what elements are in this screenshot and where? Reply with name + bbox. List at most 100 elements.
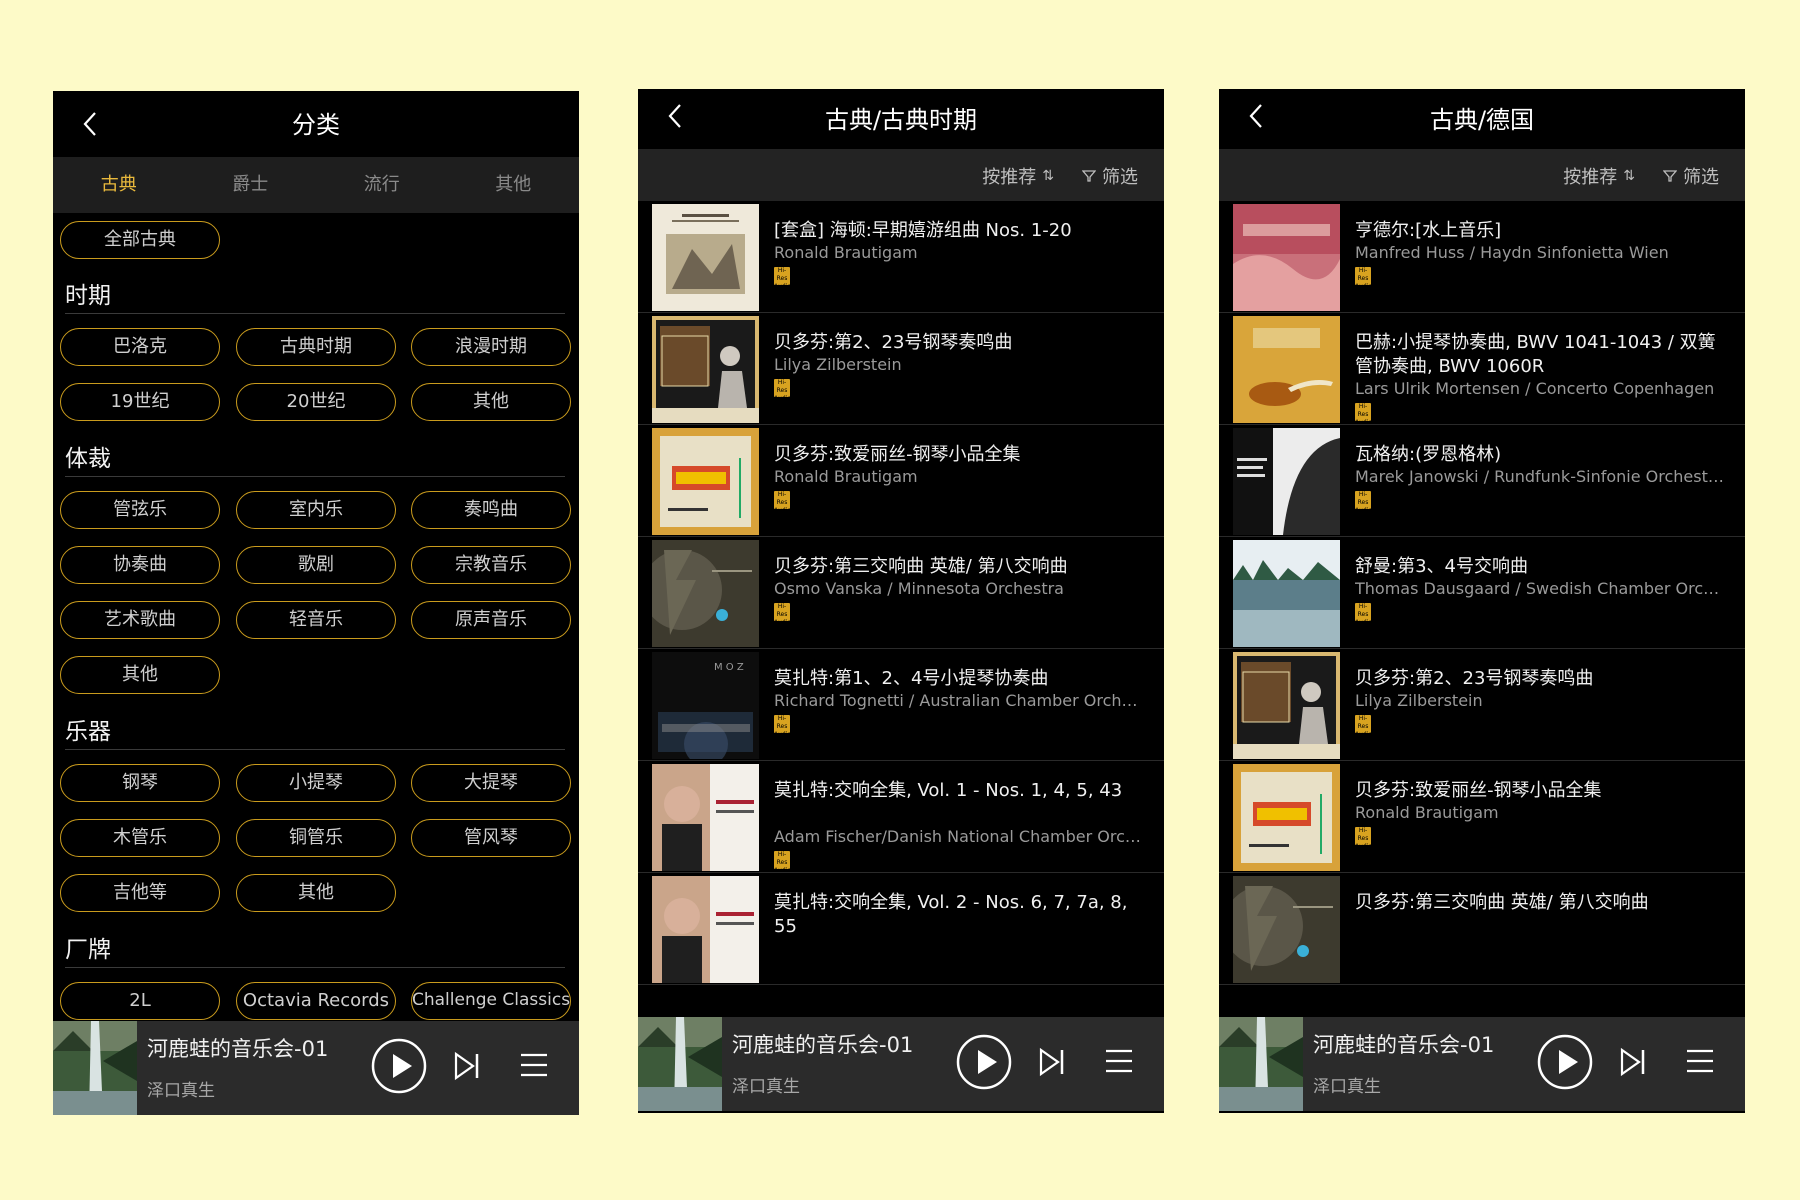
next-track-button[interactable] <box>453 1051 481 1081</box>
filter-button[interactable]: 筛选 <box>1082 163 1138 189</box>
funnel-icon <box>1663 170 1677 182</box>
category-pill[interactable]: 铜管乐 <box>236 819 396 857</box>
now-playing-artwork <box>638 1017 722 1111</box>
category-pill[interactable]: 歌剧 <box>236 546 396 584</box>
tab-pop[interactable]: 流行 <box>316 157 448 213</box>
album-title: 巴赫:小提琴协奏曲, BWV 1041-1043 / 双簧管协奏曲, BWV 1… <box>1355 332 1716 377</box>
back-button[interactable] <box>660 99 690 133</box>
filter-button[interactable]: 筛选 <box>1663 163 1719 189</box>
track-artist: 泽口真生 <box>147 1081 215 1101</box>
label-pill[interactable]: 2L <box>60 982 220 1020</box>
album-row[interactable]: 贝多芬:第三交响曲 英雄/ 第八交响曲 <box>1219 873 1745 985</box>
next-track-button[interactable] <box>1038 1047 1066 1077</box>
hi-res-badge-text: Hi-Res <box>1357 491 1369 506</box>
category-pill[interactable]: 钢琴 <box>60 764 220 802</box>
album-row[interactable]: 贝多芬:第2、23号钢琴奏鸣曲 Lilya Zilberstein Hi-ResAu… <box>638 313 1164 425</box>
album-cover <box>1233 316 1340 423</box>
hi-res-audio-badge: Hi-ResAudio <box>774 851 790 869</box>
album-row[interactable]: 巴赫:小提琴协奏曲, BWV 1041-1043 / 双簧管协奏曲, BWV 1… <box>1219 313 1745 425</box>
album-row[interactable]: 贝多芬:第三交响曲 英雄/ 第八交响曲 Osmo Vanska / Minneso… <box>638 537 1164 649</box>
album-cover <box>1233 428 1340 535</box>
hi-res-badge-text: Hi-Res <box>1357 715 1369 730</box>
category-pill[interactable]: 奏鸣曲 <box>411 491 571 529</box>
label-pill[interactable]: Challenge Classics <box>411 982 571 1020</box>
album-row[interactable]: 贝多芬:致爱丽丝-钢琴小品全集 Ronald Brautigam Hi-ResAud… <box>1219 761 1745 873</box>
category-pill[interactable]: 室内乐 <box>236 491 396 529</box>
category-pill[interactable]: 其他 <box>236 874 396 912</box>
hi-res-audio-badge: Hi-ResAudio <box>774 491 790 509</box>
album-artist: Lilya Zilberstein <box>1355 691 1483 710</box>
category-pill[interactable]: 20世纪 <box>236 383 396 421</box>
playlist-menu-button[interactable] <box>1685 1047 1715 1075</box>
next-track-button[interactable] <box>1619 1047 1647 1077</box>
album-row[interactable]: 亨德尔:[水上音乐] Manfred Huss / Haydn Sinfoniet… <box>1219 201 1745 313</box>
audio-badge-text: Audio <box>1355 283 1371 285</box>
album-row[interactable]: 瓦格纳:(罗恩格林) Marek Janowski / Rundfunk-Sinf… <box>1219 425 1745 537</box>
category-pill[interactable]: 协奏曲 <box>60 546 220 584</box>
album-title: 莫扎特:交响全集, Vol. 2 - Nos. 6, 7, 7a, 8, 55 <box>774 892 1128 937</box>
track-title: 河鹿蛙的音乐会-01 <box>147 1037 329 1061</box>
category-pill[interactable]: 其他 <box>60 656 220 694</box>
category-pill[interactable]: 艺术歌曲 <box>60 601 220 639</box>
hi-res-badge-text: Hi-Res <box>776 603 788 618</box>
category-pill[interactable]: 宗教音乐 <box>411 546 571 584</box>
category-pill[interactable]: 管风琴 <box>411 819 571 857</box>
track-artist: 泽口真生 <box>732 1077 800 1097</box>
category-pill[interactable]: 其他 <box>411 383 571 421</box>
all-classical-button[interactable]: 全部古典 <box>60 221 220 259</box>
category-pill[interactable]: 古典时期 <box>236 328 396 366</box>
hi-res-audio-badge: Hi-ResAudio <box>1355 827 1371 845</box>
album-cover <box>652 764 759 871</box>
album-row[interactable]: M O Z 莫扎特:第1、2、4号小提琴协奏曲 Richard Tognetti /… <box>638 649 1164 761</box>
playlist-menu-button[interactable] <box>1104 1047 1134 1075</box>
category-pill[interactable]: 木管乐 <box>60 819 220 857</box>
hi-res-badge-text: Hi-Res <box>776 379 788 394</box>
category-pill[interactable]: 19世纪 <box>60 383 220 421</box>
album-row[interactable]: 莫扎特:交响全集, Vol. 1 - Nos. 1, 4, 5, 43 Adam … <box>638 761 1164 873</box>
play-button[interactable] <box>1537 1034 1593 1090</box>
album-row[interactable]: 贝多芬:第2、23号钢琴奏鸣曲 Lilya Zilberstein Hi-ResAu… <box>1219 649 1745 761</box>
category-pill[interactable]: 管弦乐 <box>60 491 220 529</box>
audio-badge-text: Audio <box>1355 619 1371 621</box>
play-button[interactable] <box>371 1038 427 1094</box>
category-pill[interactable]: 吉他等 <box>60 874 220 912</box>
album-artist: Adam Fischer/Danish National Chamber Orc… <box>774 827 1144 846</box>
track-artist: 泽口真生 <box>1313 1077 1381 1097</box>
divider <box>65 476 565 477</box>
sort-button[interactable]: 按推荐 ⇅ <box>982 163 1054 189</box>
section-heading: 体裁 <box>65 446 111 472</box>
mini-player[interactable]: 河鹿蛙的音乐会-01 泽口真生 <box>1219 1017 1745 1111</box>
category-pill[interactable]: 小提琴 <box>236 764 396 802</box>
tab-other[interactable]: 其他 <box>448 157 580 213</box>
album-row[interactable]: 贝多芬:致爱丽丝-钢琴小品全集 Ronald Brautigam Hi-ResAud… <box>638 425 1164 537</box>
hi-res-badge-text: Hi-Res <box>1357 403 1369 418</box>
category-pill[interactable]: 原声音乐 <box>411 601 571 639</box>
mini-player[interactable]: 河鹿蛙的音乐会-01 泽口真生 <box>53 1021 579 1115</box>
category-pill[interactable]: 浪漫时期 <box>411 328 571 366</box>
section-heading: 厂牌 <box>65 937 111 963</box>
back-button[interactable] <box>1241 99 1271 133</box>
album-row[interactable]: [套盒] 海顿:早期嬉游组曲 Nos. 1-20 Ronald Brautigam… <box>638 201 1164 313</box>
tab-jazz[interactable]: 爵士 <box>185 157 317 213</box>
svg-text:M O Z: M O Z <box>714 662 744 673</box>
mini-player[interactable]: 河鹿蛙的音乐会-01 泽口真生 <box>638 1017 1164 1111</box>
tab-classical[interactable]: 古典 <box>53 157 185 213</box>
category-pill[interactable]: 大提琴 <box>411 764 571 802</box>
playlist-menu-button[interactable] <box>519 1051 549 1079</box>
audio-badge-text: Audio <box>774 619 790 621</box>
album-row[interactable]: 莫扎特:交响全集, Vol. 2 - Nos. 6, 7, 7a, 8, 55 <box>638 873 1164 985</box>
genre-tabs: 古典 爵士 流行 其他 <box>53 157 579 213</box>
play-button[interactable] <box>956 1034 1012 1090</box>
sort-button[interactable]: 按推荐 ⇅ <box>1563 163 1635 189</box>
audio-badge-text: Audio <box>774 867 790 869</box>
album-title: 贝多芬:第2、23号钢琴奏鸣曲 <box>774 332 1013 353</box>
category-pill[interactable]: 轻音乐 <box>236 601 396 639</box>
album-row[interactable]: 舒曼:第3、4号交响曲 Thomas Dausgaard / Swedish Ch… <box>1219 537 1745 649</box>
category-pill[interactable]: 巴洛克 <box>60 328 220 366</box>
hi-res-audio-badge: Hi-ResAudio <box>774 267 790 285</box>
album-artist: Ronald Brautigam <box>1355 803 1499 822</box>
page-title: 古典/古典时期 <box>824 106 978 134</box>
back-button[interactable] <box>75 107 105 141</box>
label-pill[interactable]: Octavia Records <box>236 982 396 1020</box>
sort-label: 按推荐 <box>1563 167 1618 188</box>
